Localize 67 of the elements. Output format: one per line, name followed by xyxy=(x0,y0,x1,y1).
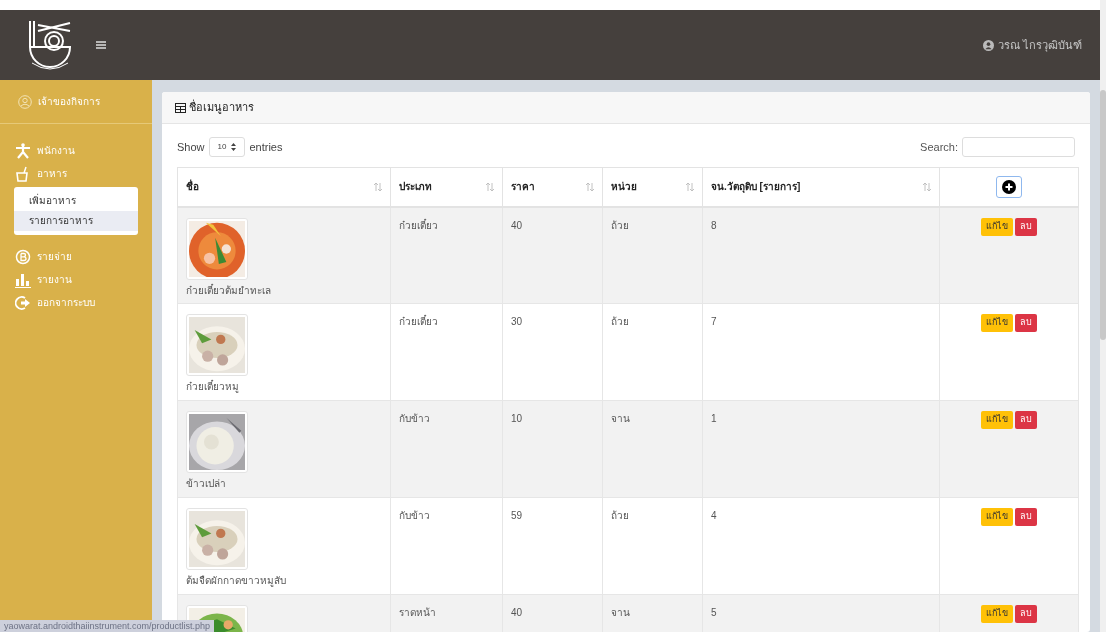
table-cell: ถ้วย xyxy=(611,316,629,327)
table-icon xyxy=(175,102,186,113)
delete-button[interactable]: ลบ xyxy=(1015,508,1037,526)
search-field[interactable] xyxy=(962,137,1075,157)
table-cell: 10 xyxy=(511,413,523,424)
table-cell: ก๋วยเตี๋ยว xyxy=(399,316,438,327)
edit-button[interactable]: แก้ไข xyxy=(981,605,1013,623)
sort-icon[interactable] xyxy=(586,182,594,191)
table-cell: 4 xyxy=(711,510,717,521)
entries-label: entries xyxy=(249,139,283,155)
edit-button[interactable]: แก้ไข xyxy=(981,217,1013,236)
table-cell: กับข้าว xyxy=(399,413,430,424)
person-icon xyxy=(15,142,31,159)
column-header[interactable]: ชื่อ xyxy=(186,179,199,195)
card-title: ชื่อเมนูอาหาร xyxy=(189,99,254,116)
table-cell: 30 xyxy=(511,316,523,327)
table-cell: 1 xyxy=(711,413,717,424)
table-cell: 40 xyxy=(511,607,523,618)
delete-button[interactable]: ลบ xyxy=(1015,605,1037,623)
food-name: ก๋วยเตี๋ยวหมู xyxy=(186,379,240,394)
delete-button[interactable]: ลบ xyxy=(1015,411,1037,429)
plus-circle-icon xyxy=(1002,179,1016,194)
table-cell: ถ้วย xyxy=(611,510,629,521)
table-cell: 7 xyxy=(711,316,717,327)
table-cell: 59 xyxy=(511,510,523,521)
drink-icon xyxy=(15,165,31,182)
status-url: yaowarat.androidthaiinstrument.com/productlist.php xyxy=(0,620,215,632)
bar-chart-icon xyxy=(15,271,31,288)
menu-icon[interactable] xyxy=(96,41,106,49)
table-cell: ถ้วย xyxy=(611,219,629,231)
table-cell: ราดหน้า xyxy=(399,607,436,618)
sort-arrows-icon xyxy=(231,143,237,151)
owner-label: เจ้าของกิจการ xyxy=(38,95,100,109)
sort-icon[interactable] xyxy=(374,182,382,191)
column-header[interactable]: ราคา xyxy=(511,179,535,195)
submenu-item[interactable]: รายการอาหาร xyxy=(14,211,138,231)
entries-select[interactable]: 10 xyxy=(208,137,246,157)
user-circle-icon xyxy=(18,94,32,109)
edit-button[interactable]: แก้ไข xyxy=(981,411,1013,429)
search-label: Search: xyxy=(920,139,958,155)
sort-icon[interactable] xyxy=(686,182,694,191)
table-cell: 40 xyxy=(511,219,523,231)
show-label: Show xyxy=(177,139,205,155)
table-cell: จาน xyxy=(611,413,630,424)
food-name: ข้าวเปล่า xyxy=(186,477,227,491)
add-button[interactable] xyxy=(996,175,1022,198)
column-header[interactable]: หน่วย xyxy=(611,179,637,195)
table-cell: 8 xyxy=(711,219,717,231)
edit-button[interactable]: แก้ไข xyxy=(981,314,1013,332)
delete-button[interactable]: ลบ xyxy=(1015,217,1037,236)
food-name: ก๋วยเตี๋ยวต้มยำทะเล xyxy=(186,283,272,298)
sign-out-icon xyxy=(15,294,31,311)
table-cell: 5 xyxy=(711,607,717,618)
submenu-item[interactable]: เพิ่มอาหาร xyxy=(14,191,138,211)
user-icon xyxy=(982,39,994,51)
table-cell: ก๋วยเตี๋ยว xyxy=(399,219,438,231)
food-name: ต้มจืดผักกาดขาวหมูสับ xyxy=(186,574,287,588)
coin-icon xyxy=(15,248,31,265)
table-cell: กับข้าว xyxy=(399,510,430,521)
table-cell: จาน xyxy=(611,607,630,618)
edit-button[interactable]: แก้ไข xyxy=(981,508,1013,526)
delete-button[interactable]: ลบ xyxy=(1015,314,1037,332)
sort-icon[interactable] xyxy=(923,182,931,191)
sort-icon[interactable] xyxy=(486,182,494,191)
column-header[interactable]: จน.วัตถุดิบ [รายการ] xyxy=(711,179,801,195)
column-header[interactable]: ประเภท xyxy=(399,179,432,195)
user-name[interactable]: วรณ ไกรวุฒิบันฑ์ xyxy=(997,36,1082,54)
